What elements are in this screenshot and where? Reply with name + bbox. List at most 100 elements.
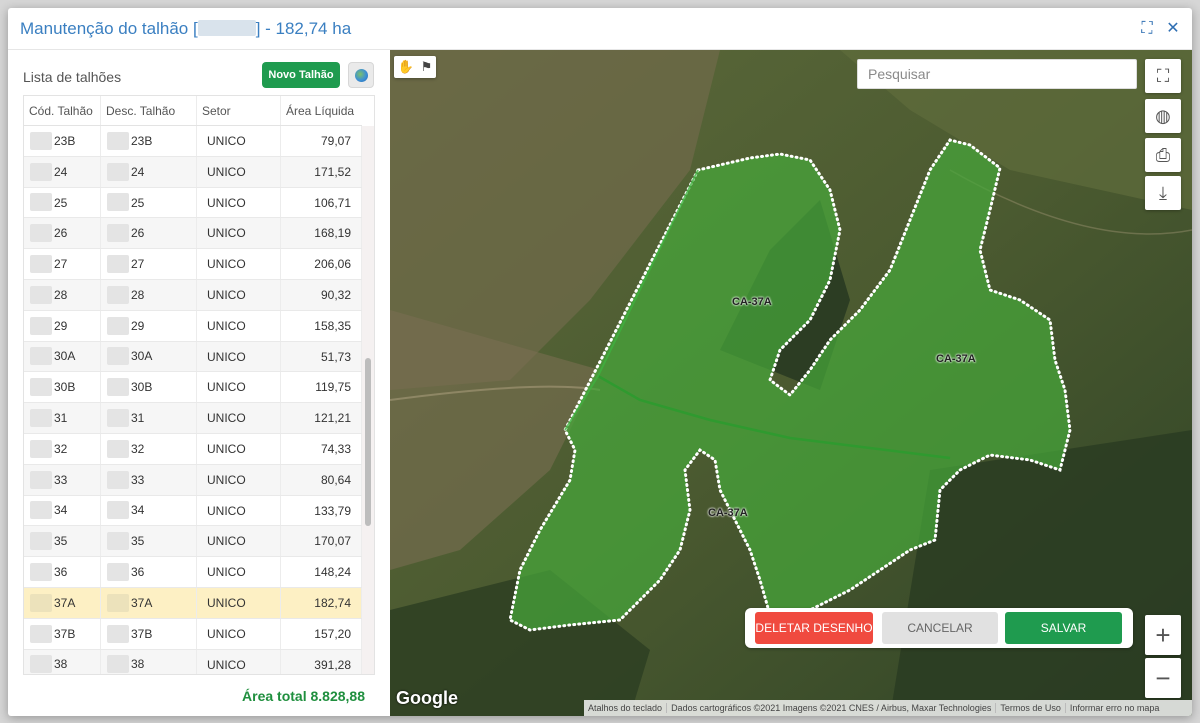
cell-sector: UNICO [197, 526, 281, 557]
redacted-prefix [30, 409, 52, 428]
table-row[interactable]: 38 38 UNICO 391,28 [24, 649, 362, 674]
cell-area: 119,75 [281, 372, 362, 403]
table-row[interactable]: 25 25 UNICO 106,71 [24, 187, 362, 219]
table-row[interactable]: 36 36 UNICO 148,24 [24, 557, 362, 588]
redacted-prefix [30, 224, 52, 243]
table-row[interactable]: 26 26 UNICO 168,19 [24, 218, 362, 250]
zoom-out-button[interactable]: − [1145, 658, 1181, 698]
table-row[interactable]: 34 34 UNICO 133,79 [24, 495, 362, 527]
zoom-in-button[interactable]: + [1145, 615, 1181, 655]
table-row[interactable]: 27 27 UNICO 206,06 [24, 249, 362, 280]
cell-code: 24 [24, 156, 101, 187]
table-row[interactable]: 31 31 UNICO 121,21 [24, 403, 362, 434]
cell-code: 30A [24, 341, 101, 372]
redacted-prefix [30, 347, 52, 366]
cell-area: 51,73 [281, 341, 362, 372]
globe-button[interactable] [348, 62, 374, 88]
cell-code: 37A [24, 587, 101, 618]
table-row[interactable]: 30A 30A UNICO 51,73 [24, 341, 362, 373]
google-logo: Google [396, 688, 458, 708]
cell-area: 170,07 [281, 526, 362, 557]
drawing-action-bar: DELETAR DESENHO CANCELAR SALVAR [745, 608, 1133, 648]
table-row[interactable]: 37B 37B UNICO 157,20 [24, 618, 362, 650]
redacted-prefix [30, 624, 52, 643]
cell-description: 33 [101, 464, 197, 495]
cell-code: 33 [24, 464, 101, 495]
cell-code: 28 [24, 279, 101, 310]
cell-sector: UNICO [197, 156, 281, 187]
cell-sector: UNICO [197, 187, 281, 218]
expand-icon[interactable]: ⛶ [1138, 20, 1156, 38]
cell-area: 80,64 [281, 464, 362, 495]
map-search-input[interactable] [857, 59, 1137, 89]
redacted-prefix [107, 532, 129, 551]
modal-title-prefix: Manutenção do talhão [ [20, 19, 198, 38]
redacted-prefix [30, 255, 52, 274]
fields-table: Cód. Talhão Desc. Talhão Setor Área Líqu… [23, 95, 375, 675]
map-data-credits: Dados cartográficos ©2021 Imagens ©2021 … [667, 703, 997, 713]
cell-area: 133,79 [281, 495, 362, 526]
cell-description: 31 [101, 403, 197, 433]
redacted-prefix [107, 285, 129, 304]
new-field-button[interactable]: Novo Talhão [262, 62, 340, 88]
cell-code: 25 [24, 187, 101, 218]
cell-area: 182,74 [281, 587, 362, 618]
cell-area: 106,71 [281, 187, 362, 218]
drawing-toolbox: ✋ ⚑ [394, 56, 436, 78]
cell-area: 391,28 [281, 649, 362, 674]
redacted-prefix [107, 409, 129, 428]
map-view[interactable]: CA-37A CA-37A CA-37A ✋ ⚑ ⛶ ◍ ⎙ ⤓ DELETAR… [390, 50, 1192, 716]
cell-area: 121,21 [281, 403, 362, 433]
draw-shape-icon[interactable]: ⚑ [421, 59, 433, 75]
table-row[interactable]: 28 28 UNICO 90,32 [24, 279, 362, 311]
column-header-sector[interactable]: Setor [197, 96, 281, 125]
cancel-button[interactable]: CANCELAR [882, 612, 998, 644]
column-header-description[interactable]: Desc. Talhão [101, 96, 197, 125]
report-error-link[interactable]: Informar erro no mapa [1066, 703, 1164, 713]
column-header-code[interactable]: Cód. Talhão [24, 96, 101, 125]
hand-pan-icon[interactable]: ✋ [398, 59, 414, 75]
redacted-prefix [30, 316, 52, 335]
cell-sector: UNICO [197, 618, 281, 649]
cell-description: 32 [101, 433, 197, 464]
cell-sector: UNICO [197, 495, 281, 526]
print-button[interactable]: ⎙ [1145, 138, 1181, 172]
cell-sector: UNICO [197, 279, 281, 310]
table-row[interactable]: 32 32 UNICO 74,33 [24, 433, 362, 465]
table-row[interactable]: 29 29 UNICO 158,35 [24, 310, 362, 342]
table-row[interactable]: 24 24 UNICO 171,52 [24, 156, 362, 188]
cell-code: 31 [24, 403, 101, 433]
cell-code: 38 [24, 649, 101, 674]
field-maintenance-modal: Manutenção do talhão [] - 182,74 ha ⛶ ✕ … [8, 8, 1192, 716]
redacted-prefix [107, 470, 129, 489]
keyboard-shortcuts-link[interactable]: Atalhos do teclado [584, 703, 668, 713]
redacted-prefix [107, 162, 129, 181]
table-scrollbar[interactable] [362, 126, 374, 674]
cell-area: 171,52 [281, 156, 362, 187]
modal-title-suffix: ] - 182,74 ha [255, 19, 352, 38]
terms-link[interactable]: Termos de Uso [996, 703, 1066, 713]
table-row[interactable]: 33 33 UNICO 80,64 [24, 464, 362, 496]
column-header-area[interactable]: Área Líquida [281, 96, 362, 125]
cell-code: 37B [24, 618, 101, 649]
table-row[interactable]: 23B 23B UNICO 79,07 [24, 126, 362, 157]
cell-description: 37B [101, 618, 197, 649]
table-row[interactable]: 30B 30B UNICO 119,75 [24, 372, 362, 404]
table-row[interactable]: 37A 37A UNICO 182,74 [24, 587, 362, 619]
globe-icon [355, 69, 368, 82]
scrollbar-thumb[interactable] [365, 358, 371, 526]
print-icon: ⎙ [1155, 144, 1171, 165]
table-row[interactable]: 35 35 UNICO 170,07 [24, 526, 362, 558]
map-type-button[interactable]: ◍ [1145, 99, 1181, 133]
fullscreen-button[interactable]: ⛶ [1145, 59, 1181, 93]
download-button[interactable]: ⤓ [1145, 176, 1181, 210]
save-button[interactable]: SALVAR [1005, 612, 1122, 644]
delete-drawing-button[interactable]: DELETAR DESENHO [755, 612, 873, 644]
close-icon[interactable]: ✕ [1164, 20, 1182, 38]
plot-label-south: CA-37A [708, 507, 748, 519]
cell-sector: UNICO [197, 126, 281, 156]
redacted-prefix [107, 439, 129, 458]
cell-sector: UNICO [197, 587, 281, 618]
redacted-prefix [107, 224, 129, 243]
cell-description: 35 [101, 526, 197, 557]
